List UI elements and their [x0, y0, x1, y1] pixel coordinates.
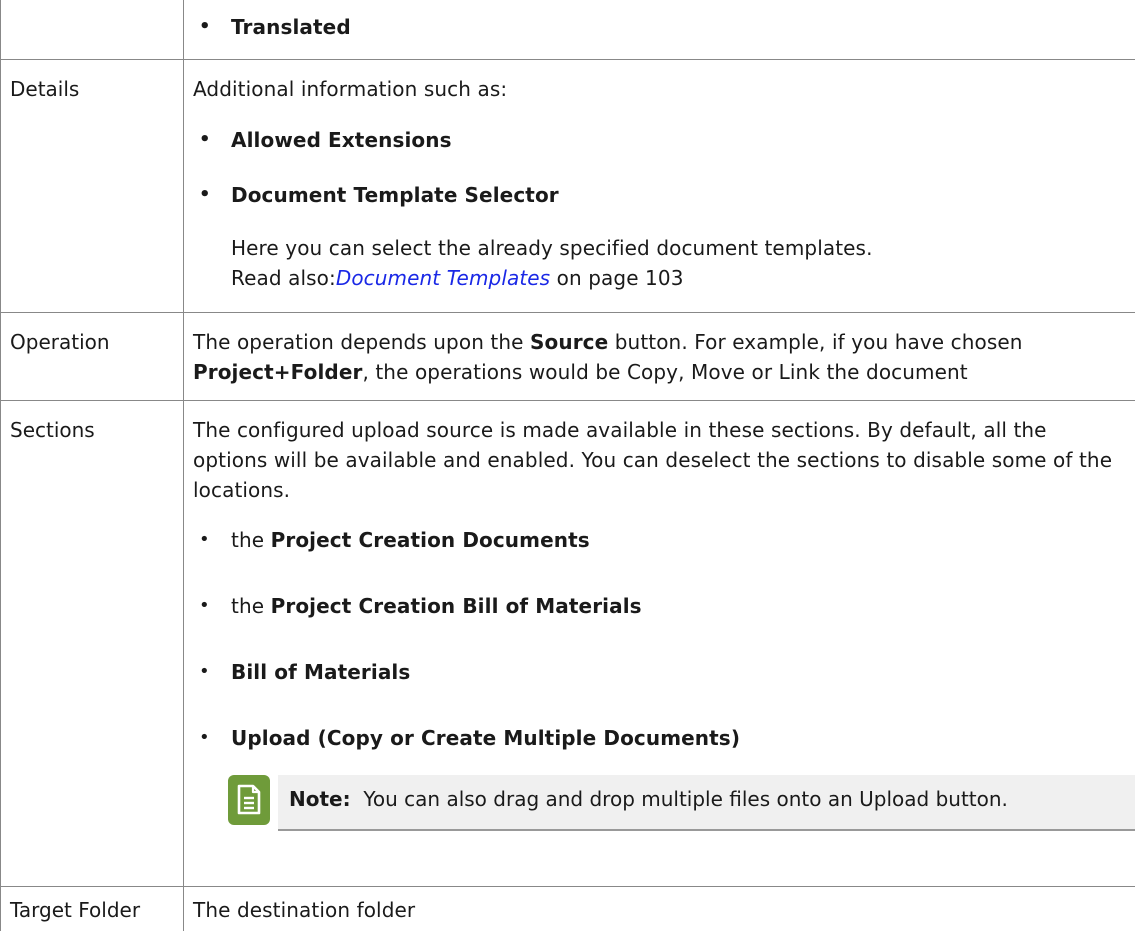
row-content-details: Additional information such as: Allowed …: [183, 59, 1135, 313]
row-content-translated: Translated: [183, 0, 1135, 60]
section-item: Bill of Materials: [193, 657, 1125, 687]
section-item-prefix: the: [231, 527, 271, 552]
note-label: Note:: [289, 786, 351, 811]
note-callout: Note: You can also drag and drop multipl…: [228, 774, 1135, 831]
row-content-operation: The operation depends upon the Source bu…: [183, 312, 1135, 401]
note-document-icon: [228, 774, 270, 825]
document-templates-link[interactable]: Document Templates: [336, 266, 550, 290]
operation-text-2: button. For example, if you have chosen: [608, 329, 1023, 354]
operation-description: The operation depends upon the Source bu…: [193, 327, 1125, 387]
section-item-label: Project Creation Bill of Materials: [270, 593, 642, 618]
section-item-label: Project Creation Documents: [270, 527, 590, 552]
section-item: the Project Creation Bill of Materials: [193, 591, 1125, 621]
row-label-sections: Sections: [0, 400, 184, 887]
section-item: Upload (Copy or Create Multiple Document…: [193, 723, 1125, 753]
row-content-target-folder: The destination folder: [184, 886, 1135, 931]
details-desc-page: on page 103: [550, 265, 684, 290]
section-item: the Project Creation Documents: [193, 525, 1125, 555]
properties-table: Translated Details Additional informatio…: [0, 0, 1135, 931]
table-row-operation: Operation The operation depends upon the…: [0, 312, 1135, 401]
row-label-operation: Operation: [0, 312, 184, 401]
row-label-details: Details: [0, 59, 184, 313]
note-body: Note: You can also drag and drop multipl…: [278, 774, 1135, 831]
note-text: You can also drag and drop multiple file…: [363, 786, 1008, 811]
table-row-sections: Sections The configured upload source is…: [0, 400, 1135, 887]
operation-text-3: , the operations would be Copy, Move or …: [362, 359, 968, 384]
section-item-label: Upload (Copy or Create Multiple Document…: [231, 725, 741, 750]
source-term: Source: [530, 329, 609, 354]
table-row-details: Details Additional information such as: …: [0, 59, 1135, 313]
bullet-translated: Translated: [193, 12, 1125, 42]
sections-intro: The configured upload source is made ava…: [193, 417, 1113, 502]
bullet-allowed-extensions: Allowed Extensions: [193, 125, 1125, 155]
section-item-label: Bill of Materials: [231, 659, 411, 684]
bullet-document-template-selector: Document Template Selector: [193, 180, 1125, 210]
project-folder-term: Project+Folder: [193, 359, 363, 384]
table-row-target-folder: Target Folder The destination folder: [0, 886, 1135, 931]
section-item-prefix: the: [231, 593, 271, 618]
row-content-sections: The configured upload source is made ava…: [183, 400, 1135, 887]
details-intro: Additional information such as:: [193, 76, 508, 101]
table-row-translated: Translated: [0, 0, 1135, 60]
row-label-empty: [0, 0, 184, 60]
row-label-target-folder: Target Folder: [0, 886, 184, 931]
details-description: Here you can select the already specifie…: [231, 233, 891, 293]
operation-text-1: The operation depends upon the: [193, 329, 531, 354]
target-folder-description: The destination folder: [193, 897, 416, 922]
